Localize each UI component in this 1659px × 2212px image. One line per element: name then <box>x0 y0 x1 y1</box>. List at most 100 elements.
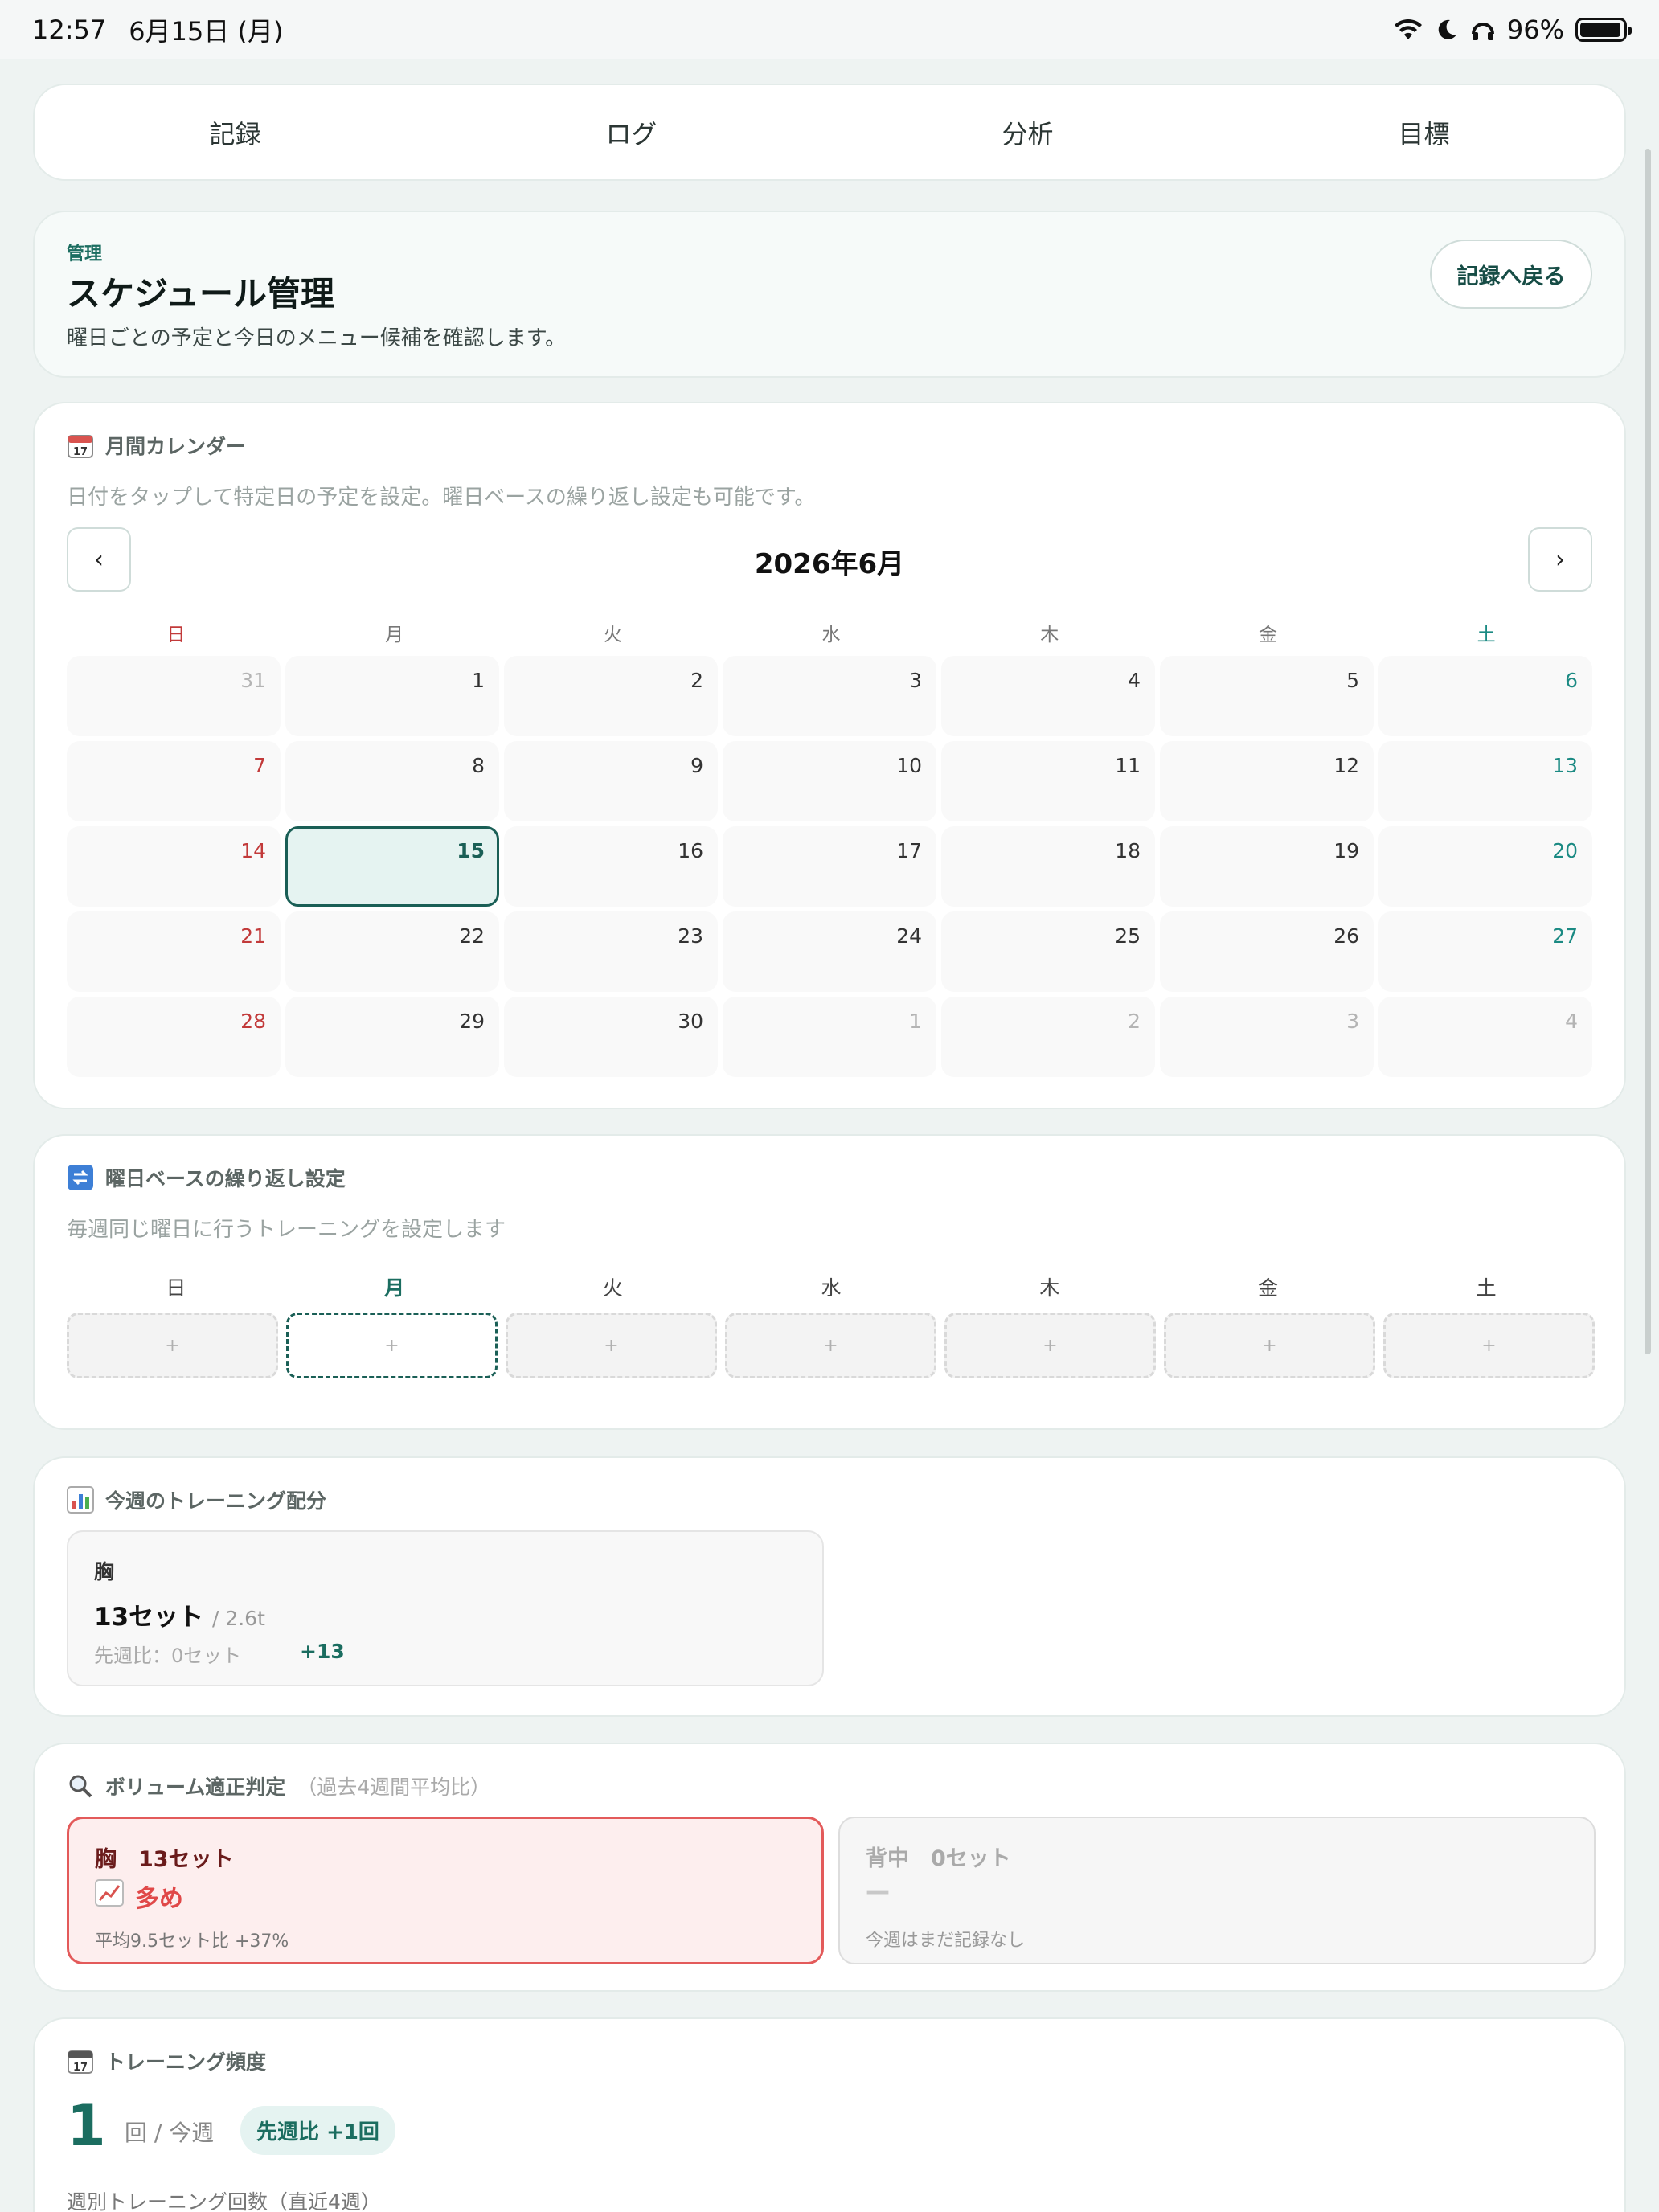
calendar-day[interactable]: 16 <box>504 826 718 907</box>
calendar-day[interactable]: 7 <box>67 741 281 821</box>
calendar-day-number: 15 <box>457 839 485 862</box>
calendar-day-number: 28 <box>240 1010 266 1033</box>
calendar-day[interactable]: 2 <box>941 997 1155 1077</box>
calendar-day[interactable]: 14 <box>67 826 281 907</box>
distribution-sets: 13セット / 2.6t <box>94 1603 265 1632</box>
recurring-weekday-label: 日 <box>166 1276 186 1300</box>
calendar-day-number: 26 <box>1333 924 1359 948</box>
calendar-icon: 17 <box>67 432 94 459</box>
distribution-delta: +13 <box>300 1640 345 1663</box>
distribution-item[interactable]: 胸 13セット / 2.6t 先週比：0セット +13 <box>67 1530 824 1686</box>
calendar-day[interactable]: 30 <box>504 997 718 1077</box>
tab-analysis[interactable]: 分析 <box>832 90 1223 174</box>
calendar-day-number: 16 <box>678 839 703 862</box>
volume-section-title: ボリューム適正判定 （過去4週間平均比） <box>67 1772 490 1800</box>
calendar-day-number: 9 <box>690 754 703 777</box>
calendar-day[interactable]: 22 <box>285 911 499 992</box>
calendar-day[interactable]: 9 <box>504 741 718 821</box>
calendar-day[interactable]: 29 <box>285 997 499 1077</box>
scrollbar[interactable] <box>1645 149 1651 1354</box>
frequency-count: 1 <box>67 2093 106 2159</box>
recurring-description: 毎週同じ曜日に行うトレーニングを設定します <box>67 1218 506 1242</box>
recurring-add-slot[interactable]: + <box>725 1313 936 1378</box>
weekday-label: 水 <box>821 625 841 645</box>
calendar-day-number: 4 <box>1565 1010 1578 1033</box>
calendar-day-number: 10 <box>896 754 922 777</box>
calendar-day-number: 12 <box>1333 754 1359 777</box>
recurring-add-slot[interactable]: + <box>944 1313 1156 1378</box>
calendar-day[interactable]: 27 <box>1378 911 1592 992</box>
calendar-day[interactable]: 8 <box>285 741 499 821</box>
distribution-part: 胸 <box>94 1560 115 1583</box>
magnifier-icon <box>67 1772 94 1800</box>
calendar-day[interactable]: 1 <box>723 997 936 1077</box>
calendar-day-number: 29 <box>459 1010 485 1033</box>
calendar-day[interactable]: 31 <box>67 656 281 736</box>
volume-item-back[interactable]: 背中 0セット — 今週はまだ記録なし <box>838 1817 1596 1964</box>
calendar-day[interactable]: 11 <box>941 741 1155 821</box>
calendar-day[interactable]: 3 <box>1160 997 1374 1077</box>
calendar-day-number: 1 <box>472 669 485 692</box>
calendar-day-number: 19 <box>1333 839 1359 862</box>
volume-level-chest: 多め <box>135 1885 183 1913</box>
calendar-day[interactable]: 20 <box>1378 826 1592 907</box>
calendar-day-number: 3 <box>1346 1010 1359 1033</box>
recurring-add-slot[interactable]: + <box>286 1313 498 1378</box>
calendar-day-number: 2 <box>690 669 703 692</box>
calendar-day-number: 6 <box>1565 669 1578 692</box>
calendar-day-number: 13 <box>1552 754 1578 777</box>
calendar-day[interactable]: 3 <box>723 656 936 736</box>
calendar-day[interactable]: 26 <box>1160 911 1374 992</box>
calendar-day[interactable]: 2 <box>504 656 718 736</box>
calendar-section-title: 17 月間カレンダー <box>67 431 246 460</box>
repeat-icon <box>67 1164 94 1191</box>
volume-title-note: （過去4週間平均比） <box>297 1776 491 1799</box>
tab-goal[interactable]: 目標 <box>1228 90 1620 174</box>
calendar-day[interactable]: 1 <box>285 656 499 736</box>
calendar-day[interactable]: 5 <box>1160 656 1374 736</box>
volume-item-chest[interactable]: 胸 13セット 多め 平均9.5セット比 +37% <box>67 1817 824 1964</box>
recurring-section-title: 曜日ベースの繰り返し設定 <box>67 1163 346 1192</box>
calendar-day-number: 24 <box>896 924 922 948</box>
month-title: 2026年6月 <box>754 548 905 580</box>
calendar-day-today[interactable]: 15 <box>285 826 499 907</box>
calendar-day[interactable]: 18 <box>941 826 1155 907</box>
calendar-day-number: 17 <box>896 839 922 862</box>
calendar-day-number: 18 <box>1115 839 1141 862</box>
calendar-day[interactable]: 4 <box>1378 997 1592 1077</box>
wifi-icon <box>1394 18 1422 39</box>
tab-record[interactable]: 記録 <box>39 90 431 174</box>
calendar-day[interactable]: 21 <box>67 911 281 992</box>
back-to-record-button[interactable]: 記録へ戻る <box>1430 240 1592 309</box>
calendar-day-number: 7 <box>253 754 266 777</box>
tab-log[interactable]: ログ <box>436 90 827 174</box>
recurring-weekday-row: 日月火水木金土 <box>67 1272 1596 1301</box>
recurring-add-slot[interactable]: + <box>1383 1313 1595 1378</box>
training-distribution-card: 今週のトレーニング配分 胸 13セット / 2.6t 先週比：0セット +13 <box>33 1456 1626 1717</box>
calendar-day[interactable]: 24 <box>723 911 936 992</box>
calendar-day[interactable]: 6 <box>1378 656 1592 736</box>
battery-icon <box>1575 18 1632 42</box>
calendar-day[interactable]: 17 <box>723 826 936 907</box>
recurring-weekday-label: 土 <box>1476 1276 1497 1300</box>
calendar-day[interactable]: 28 <box>67 997 281 1077</box>
calendar-day[interactable]: 4 <box>941 656 1155 736</box>
recurring-add-slot[interactable]: + <box>67 1313 278 1378</box>
weekday-label: 土 <box>1477 625 1496 645</box>
calendar-day-number: 5 <box>1346 669 1359 692</box>
volume-level-back: — <box>866 1878 890 1906</box>
calendar-day[interactable]: 10 <box>723 741 936 821</box>
calendar-day[interactable]: 23 <box>504 911 718 992</box>
status-date: 6月15日 (月) <box>129 16 284 47</box>
next-month-button[interactable]: › <box>1528 527 1592 592</box>
calendar-day[interactable]: 12 <box>1160 741 1374 821</box>
calendar-day[interactable]: 13 <box>1378 741 1592 821</box>
weekday-header-row: 日月火水木金土 <box>67 619 1596 646</box>
recurring-add-slot[interactable]: + <box>1164 1313 1375 1378</box>
calendar-grid: 31 1 2 3 4 5 6 7 8 9 10 11 12 13 14 15 16 17 18 19 20 21 22 23 2… <box>67 656 1596 1077</box>
calendar-day-number: 1 <box>909 1010 922 1033</box>
calendar-day[interactable]: 25 <box>941 911 1155 992</box>
training-frequency-card: 17 トレーニング頻度 1 回 / 今週 先週比 +1回 週別トレーニング回数（… <box>33 2017 1626 2212</box>
calendar-day[interactable]: 19 <box>1160 826 1374 907</box>
recurring-add-slot[interactable]: + <box>506 1313 717 1378</box>
